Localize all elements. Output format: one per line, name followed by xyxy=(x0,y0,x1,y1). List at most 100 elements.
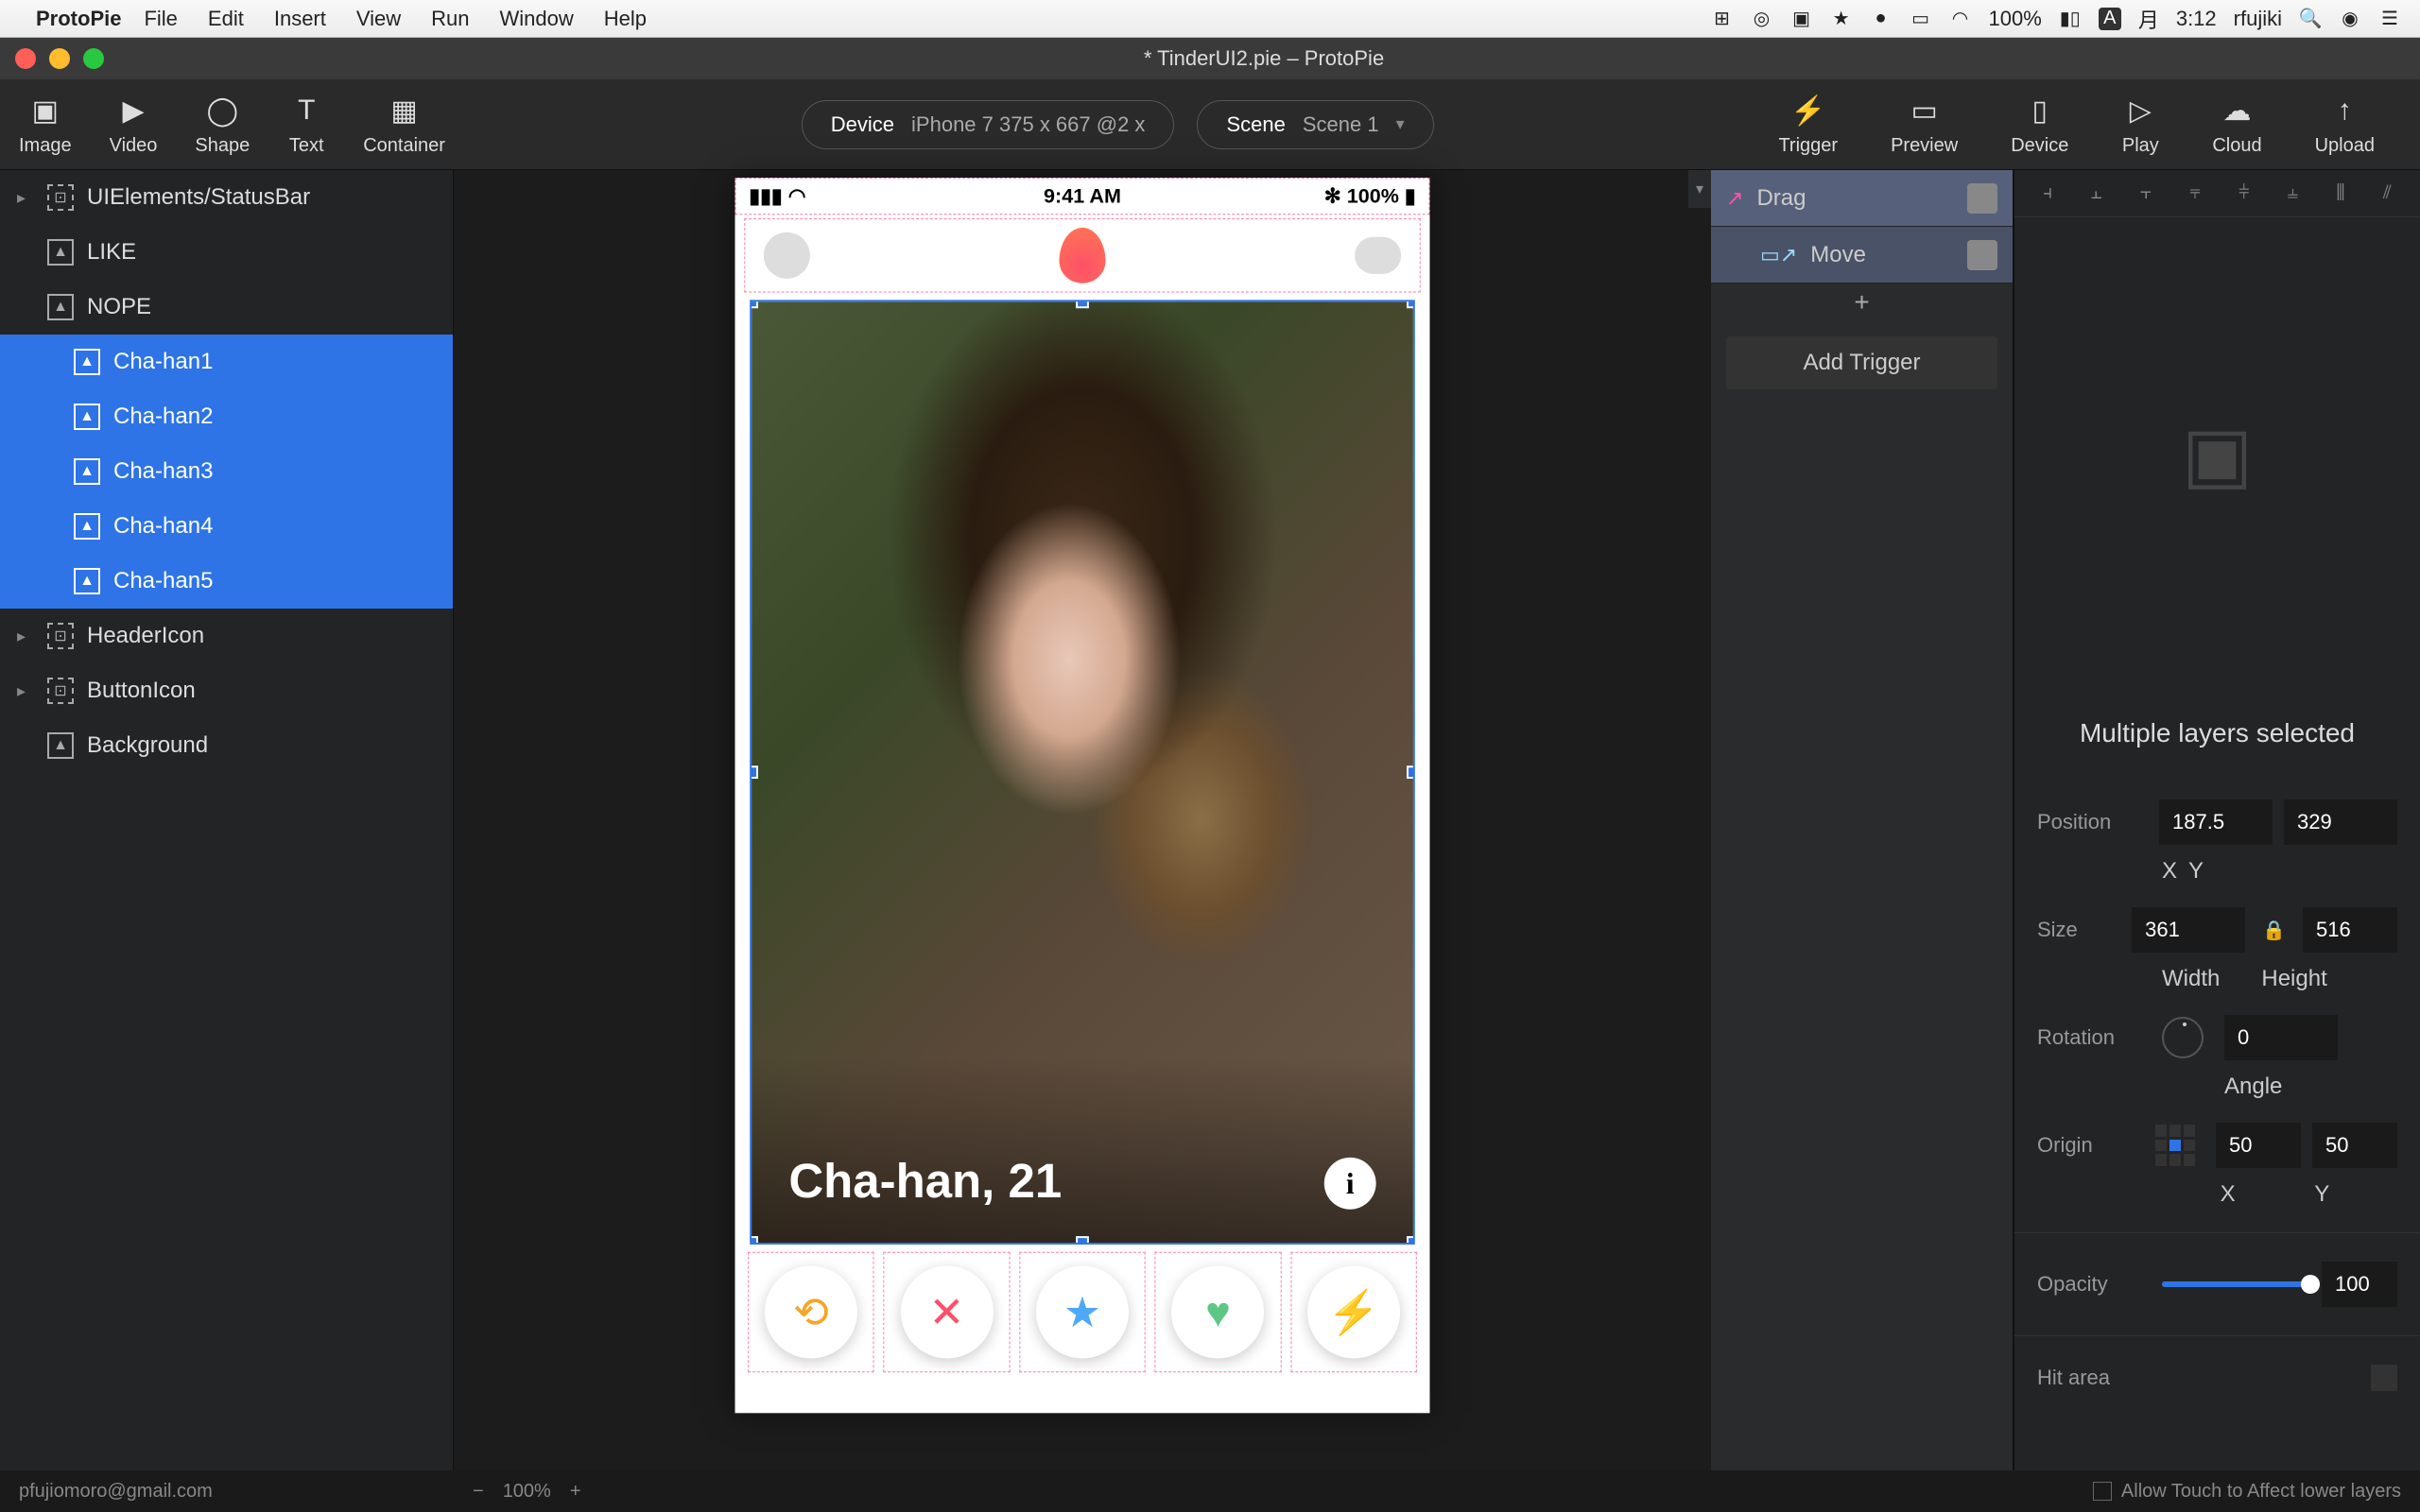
resize-handle[interactable] xyxy=(1407,300,1415,308)
layer-row[interactable]: ▲Cha-han4 xyxy=(0,499,453,554)
chat-icon[interactable] xyxy=(1355,237,1401,274)
add-response-button[interactable]: + xyxy=(1711,284,2013,321)
app-name[interactable]: ProtoPie xyxy=(36,7,121,31)
boost-button[interactable]: ⚡ xyxy=(1307,1266,1400,1359)
add-trigger-button[interactable]: Add Trigger xyxy=(1726,336,1997,389)
menu-window[interactable]: Window xyxy=(500,7,574,31)
expand-icon[interactable]: ▸ xyxy=(17,188,34,208)
interaction-drag[interactable]: ↗ Drag xyxy=(1711,170,2013,227)
preview-icon: ▭ xyxy=(1906,92,1944,129)
layer-row[interactable]: ▲Cha-han1 xyxy=(0,335,453,389)
lock-icon[interactable]: 🔒 xyxy=(2256,919,2291,942)
origin-picker[interactable] xyxy=(2155,1125,2195,1166)
align-right-icon[interactable]: ⫟ xyxy=(2140,182,2152,204)
wifi-icon[interactable]: ◠ xyxy=(1949,8,1972,30)
align-top-icon[interactable]: ⫧ xyxy=(2189,182,2200,204)
origin-y-input[interactable] xyxy=(2312,1123,2397,1168)
info-button[interactable]: i xyxy=(1324,1158,1376,1210)
distribute-h-icon[interactable]: ⫼ xyxy=(2336,182,2344,204)
align-bottom-icon[interactable]: ⫨ xyxy=(2288,182,2298,204)
layer-row[interactable]: ▸⊡HeaderIcon xyxy=(0,609,453,663)
tool-play[interactable]: ▷Play xyxy=(2121,92,2159,157)
expand-icon[interactable]: ▸ xyxy=(17,627,34,646)
tool-cloud[interactable]: ☁Cloud xyxy=(2212,92,2261,157)
rotation-input[interactable] xyxy=(2224,1015,2338,1060)
tool-image[interactable]: ▣Image xyxy=(19,92,72,157)
device-selector[interactable]: Device iPhone 7 375 x 667 @2 x xyxy=(802,100,1175,149)
scene-selector[interactable]: Scene Scene 1 ▾ xyxy=(1197,100,1433,149)
layer-row[interactable]: ▸⊡UIElements/StatusBar xyxy=(0,170,453,225)
resize-handle[interactable] xyxy=(750,765,758,779)
close-icon[interactable] xyxy=(15,48,36,69)
menu-file[interactable]: File xyxy=(144,7,177,31)
tool-device[interactable]: ▯Device xyxy=(2011,92,2068,157)
layer-row[interactable]: ▲Cha-han5 xyxy=(0,554,453,609)
maximize-icon[interactable] xyxy=(83,48,104,69)
notification-icon[interactable]: ☰ xyxy=(2378,8,2401,30)
tool-upload[interactable]: ↑Upload xyxy=(2315,92,2375,157)
distribute-v-icon[interactable]: ⫽ xyxy=(2383,182,2392,204)
tool-video[interactable]: ▶Video xyxy=(110,92,158,157)
width-input[interactable] xyxy=(2132,907,2245,953)
resize-handle[interactable] xyxy=(1407,765,1415,779)
position-y-input[interactable] xyxy=(2284,799,2397,845)
height-input[interactable] xyxy=(2303,907,2397,953)
layer-row[interactable]: ▸⊡ButtonIcon xyxy=(0,663,453,718)
tool-preview[interactable]: ▭Preview xyxy=(1891,92,1958,157)
airplay-icon[interactable]: ▭ xyxy=(1910,8,1932,30)
align-center-icon[interactable]: ⫠ xyxy=(2090,182,2101,204)
tool-trigger[interactable]: ⚡Trigger xyxy=(1778,92,1838,157)
resize-handle[interactable] xyxy=(1076,300,1089,308)
collapse-panel-button[interactable]: ▾ xyxy=(1688,170,1711,208)
menu-edit[interactable]: Edit xyxy=(208,7,244,31)
tray-icon[interactable]: ◎ xyxy=(1751,8,1773,30)
align-middle-icon[interactable]: ⫩ xyxy=(2238,182,2249,204)
resize-handle[interactable] xyxy=(750,1236,758,1245)
zoom-in-button[interactable]: + xyxy=(570,1481,581,1503)
like-button[interactable]: ♥ xyxy=(1171,1266,1264,1359)
allow-touch-checkbox[interactable] xyxy=(2093,1482,2112,1501)
tray-icon[interactable]: ▣ xyxy=(1790,8,1813,30)
layer-row[interactable]: ▲Cha-han3 xyxy=(0,444,453,499)
layer-row[interactable]: ▲NOPE xyxy=(0,280,453,335)
profile-card[interactable]: Cha-han, 21 i xyxy=(750,300,1415,1245)
align-left-icon[interactable]: ⫞ xyxy=(2043,182,2052,204)
layer-row[interactable]: ▲LIKE xyxy=(0,225,453,280)
menu-run[interactable]: Run xyxy=(431,7,469,31)
expand-icon[interactable]: ▸ xyxy=(17,681,34,701)
interaction-move[interactable]: ▭↗ Move xyxy=(1711,227,2013,284)
rotation-dial[interactable] xyxy=(2162,1017,2204,1058)
battery-icon[interactable]: ▮▯ xyxy=(2059,8,2082,30)
tool-container[interactable]: ▦Container xyxy=(363,92,445,157)
canvas[interactable]: ▮▮▮ ◠ 9:41 AM ✻ 100% ▮ Cha-han, 21 i xyxy=(454,170,1711,1470)
zoom-out-button[interactable]: − xyxy=(473,1481,484,1503)
spotlight-icon[interactable]: 🔍 xyxy=(2299,8,2322,30)
position-x-input[interactable] xyxy=(2159,799,2273,845)
hitarea-swatch[interactable] xyxy=(2371,1365,2397,1391)
tinder-flame-icon[interactable] xyxy=(1060,228,1106,284)
nope-button[interactable]: ✕ xyxy=(901,1266,994,1359)
tray-icon[interactable]: ● xyxy=(1870,8,1893,30)
tool-text[interactable]: TText xyxy=(287,92,325,157)
resize-handle[interactable] xyxy=(1076,1236,1089,1245)
minimize-icon[interactable] xyxy=(49,48,70,69)
input-icon[interactable]: A xyxy=(2099,8,2121,30)
origin-x-input[interactable] xyxy=(2216,1123,2301,1168)
menu-help[interactable]: Help xyxy=(604,7,647,31)
opacity-slider[interactable] xyxy=(2162,1281,2310,1287)
superlike-button[interactable]: ★ xyxy=(1036,1266,1129,1359)
profile-icon[interactable] xyxy=(764,232,810,279)
rewind-button[interactable]: ⟲ xyxy=(765,1266,857,1359)
layer-row[interactable]: ▲Background xyxy=(0,718,453,773)
menubar-user[interactable]: rfujiki xyxy=(2234,7,2282,31)
siri-icon[interactable]: ◉ xyxy=(2339,8,2361,30)
menu-view[interactable]: View xyxy=(356,7,401,31)
resize-handle[interactable] xyxy=(750,300,758,308)
layer-row[interactable]: ▲Cha-han2 xyxy=(0,389,453,444)
menu-insert[interactable]: Insert xyxy=(274,7,326,31)
tray-icon[interactable]: ⊞ xyxy=(1711,8,1734,30)
resize-handle[interactable] xyxy=(1407,1236,1415,1245)
tool-shape[interactable]: ◯Shape xyxy=(195,92,250,157)
tray-icon[interactable]: ★ xyxy=(1830,8,1853,30)
opacity-input[interactable] xyxy=(2322,1262,2397,1307)
